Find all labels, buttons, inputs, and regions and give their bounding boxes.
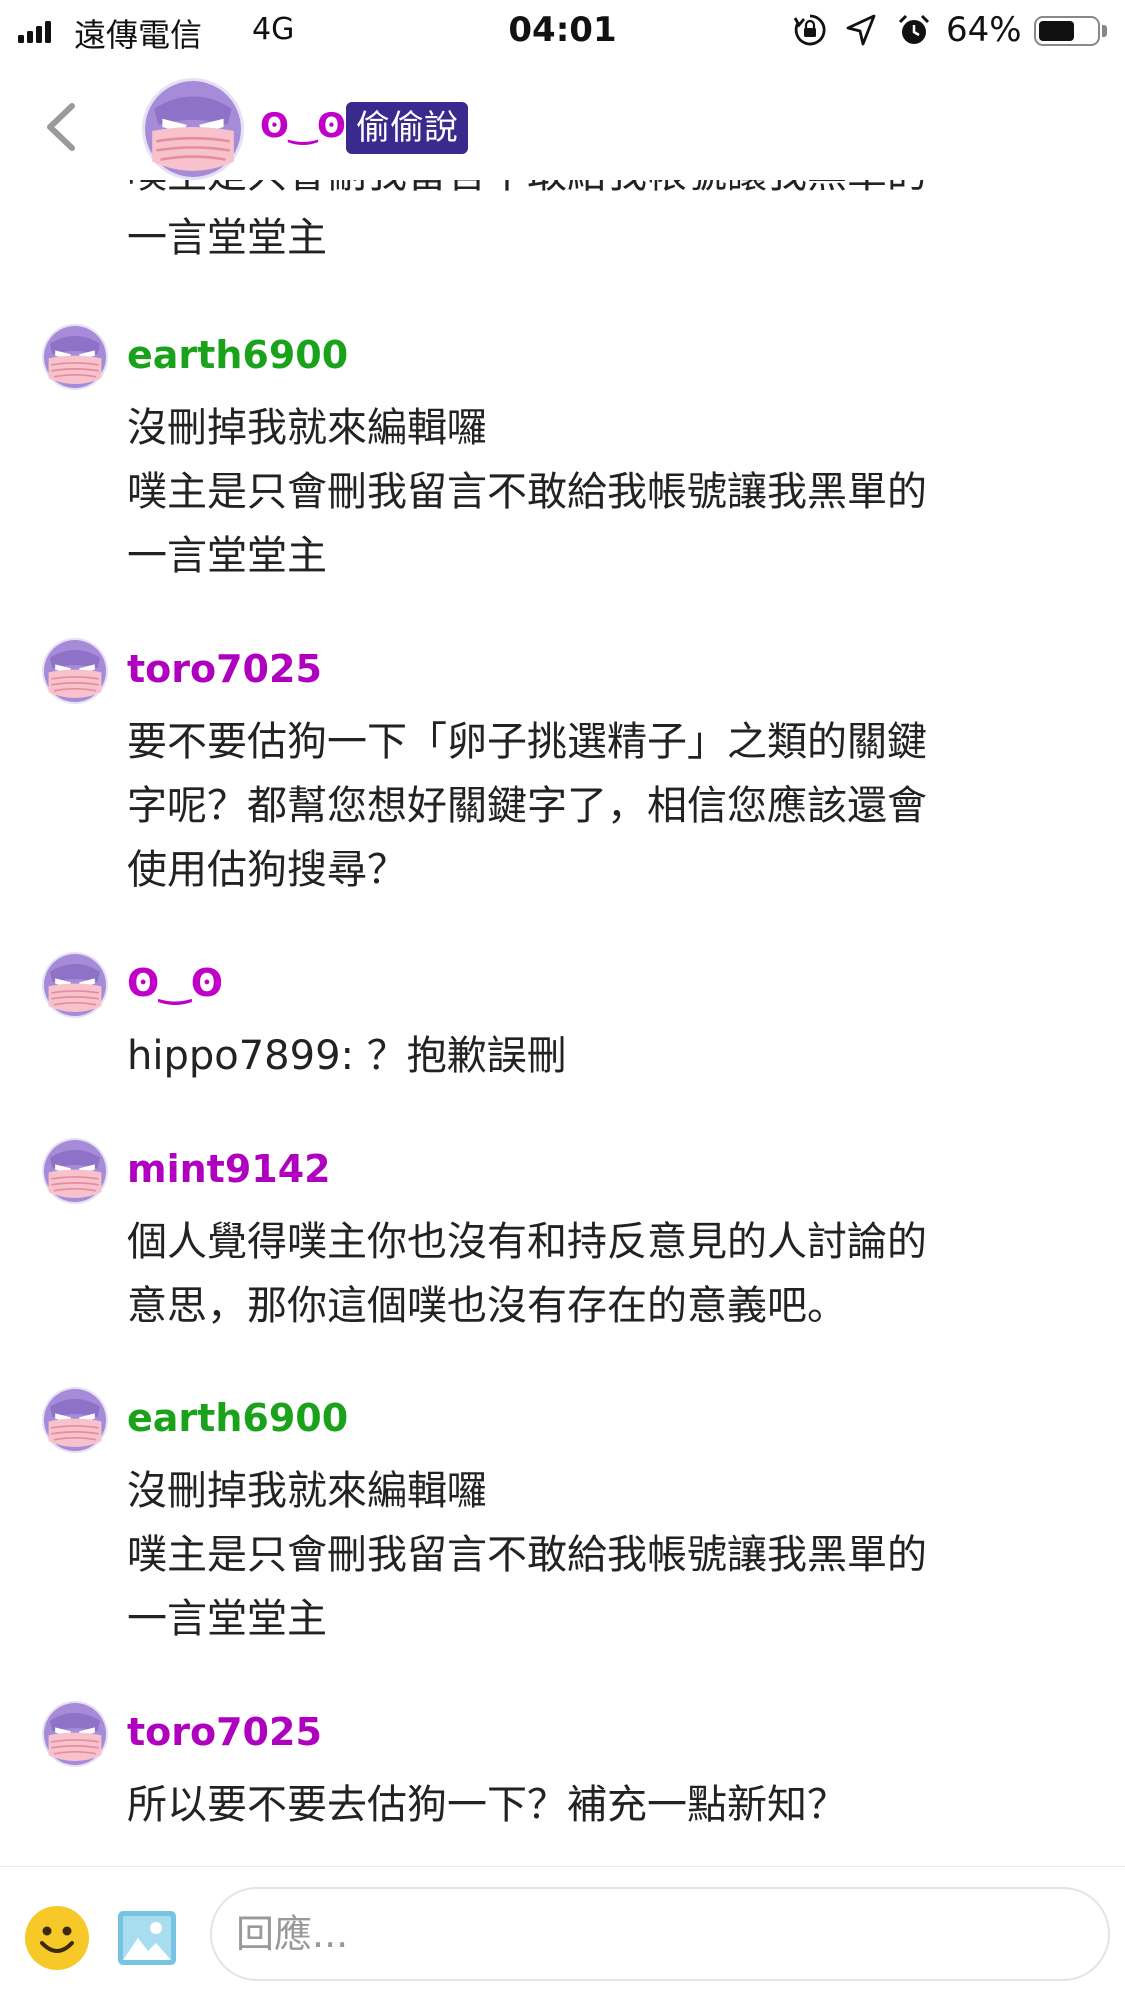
text-line: 噗主是只會刪我留言不敢給我帳號讓我黑單的: [127, 180, 1047, 206]
text-line: 使用估狗搜尋？: [127, 847, 407, 893]
text-line: 意思，那你這個噗也沒有存在的意義吧。: [127, 1283, 847, 1329]
user-avatar[interactable]: [42, 1138, 108, 1204]
text-line: 噗主是只會刪我留言不敢給我帳號讓我黑單的: [127, 1532, 927, 1578]
response-username[interactable]: toro7025: [127, 646, 322, 692]
response-text: 個人覺得噗主你也沒有和持反意見的人討論的 意思，那你這個噗也沒有存在的意義吧。: [127, 1210, 1047, 1338]
status-bar: 遠傳電信 4G 04:01 64%: [0, 0, 1125, 62]
owner-name[interactable]: ʘ‿ʘ: [260, 106, 346, 146]
battery-percent: 64%: [946, 10, 1022, 50]
response-username[interactable]: earth6900: [127, 332, 348, 378]
text-line: 沒刪掉我就來編輯囉: [127, 405, 487, 451]
response-text: hippo7899: ？抱歉誤刪: [127, 1024, 1047, 1088]
text-line: 一言堂堂主: [127, 533, 327, 579]
response-text: 沒刪掉我就來編輯囉 噗主是只會刪我留言不敢給我帳號讓我黑單的 一言堂堂主: [127, 1459, 1047, 1651]
response-text: 沒刪掉我就來編輯囉 噗主是只會刪我留言不敢給我帳號讓我黑單的 一言堂堂主: [127, 396, 1047, 588]
reply-input[interactable]: [210, 1887, 1110, 1981]
text-line: 沒刪掉我就來編輯囉: [127, 1468, 487, 1514]
response-username[interactable]: ʘ‿ʘ: [127, 960, 223, 1006]
battery-nub: [1102, 25, 1107, 37]
battery-level: [1039, 21, 1075, 41]
previous-response-text: 噗主是只會刪我留言不敢給我帳號讓我黑單的 一言堂堂主: [127, 180, 1047, 270]
plurk-header: ʘ‿ʘ 偷偷說: [0, 62, 1125, 180]
response-text: 所以要不要去估狗一下？補充一點新知？: [127, 1773, 1047, 1837]
text-line: 一言堂堂主: [127, 215, 327, 261]
image-upload-icon[interactable]: [116, 1907, 178, 1969]
rotation-lock-icon: [793, 14, 826, 46]
text-line: 字呢？都幫您想好關鍵字了，相信您應該還會: [127, 783, 927, 829]
battery-icon: [1034, 16, 1100, 46]
text-line: hippo7899: ？抱歉誤刪: [127, 1033, 567, 1079]
response-username[interactable]: earth6900: [127, 1395, 348, 1441]
user-avatar[interactable]: [42, 638, 108, 704]
text-line: 要不要估狗一下「卵子挑選精子」之類的關鍵: [127, 719, 927, 765]
owner-avatar[interactable]: [142, 78, 244, 180]
text-line: 一言堂堂主: [127, 1596, 327, 1642]
smiley-emoji-icon[interactable]: [24, 1905, 90, 1971]
response-text: 要不要估狗一下「卵子挑選精子」之類的關鍵 字呢？都幫您想好關鍵字了，相信您應該還…: [127, 710, 1047, 902]
anonymous-badge: 偷偷說: [346, 102, 468, 154]
location-arrow-icon: [846, 14, 876, 46]
response-username[interactable]: mint9142: [127, 1146, 331, 1192]
reply-bar: [0, 1866, 1125, 2001]
user-avatar[interactable]: [42, 1701, 108, 1767]
user-avatar[interactable]: [42, 952, 108, 1018]
response-list[interactable]: 噗主是只會刪我留言不敢給我帳號讓我黑單的 一言堂堂主 earth6900 沒刪掉…: [0, 180, 1125, 1866]
chevron-left-icon[interactable]: [38, 100, 88, 154]
text-line: 噗主是只會刪我留言不敢給我帳號讓我黑單的: [127, 469, 927, 515]
response-username[interactable]: toro7025: [127, 1709, 322, 1755]
text-line: 個人覺得噗主你也沒有和持反意見的人討論的: [127, 1219, 927, 1265]
alarm-clock-icon: [898, 14, 930, 44]
text-line: 所以要不要去估狗一下？補充一點新知？: [127, 1782, 847, 1828]
user-avatar[interactable]: [42, 1387, 108, 1453]
user-avatar[interactable]: [42, 324, 108, 390]
